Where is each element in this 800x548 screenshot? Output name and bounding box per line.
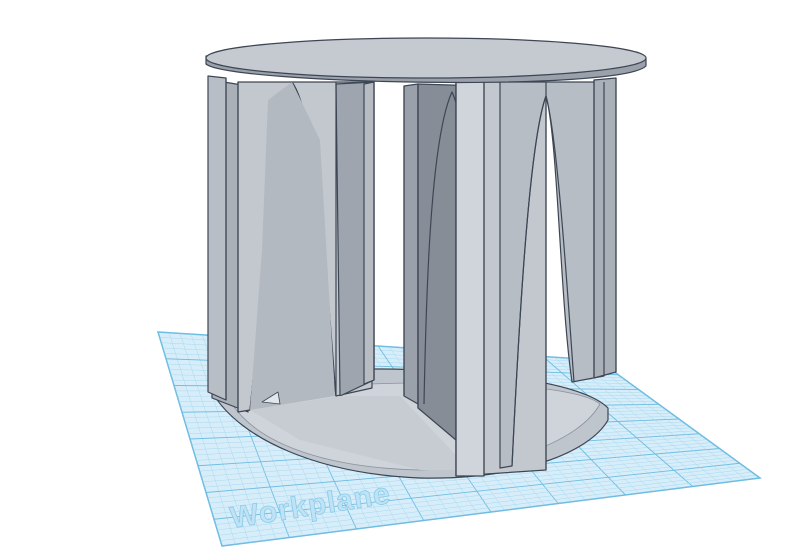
- center-divider[interactable]: [403, 83, 419, 405]
- left-edge-strip: [207, 75, 227, 401]
- 3d-viewport[interactable]: Workplane: [0, 0, 800, 548]
- hollow-cylinder-model[interactable]: [205, 37, 647, 479]
- right-edge-strip: [593, 77, 617, 379]
- right-panel-side: [455, 81, 485, 477]
- top-lid[interactable]: [205, 37, 647, 79]
- left-vane-edge: [363, 81, 375, 385]
